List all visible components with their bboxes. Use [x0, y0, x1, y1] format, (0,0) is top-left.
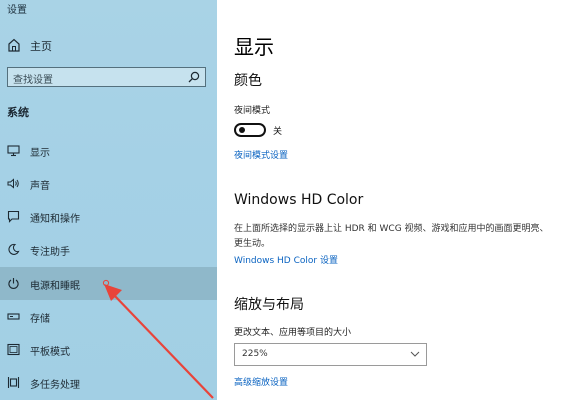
sidebar-item-notifications[interactable]: 通知和操作: [0, 200, 217, 233]
sidebar-item-label: 多任务处理: [30, 380, 80, 391]
monitor-icon: [7, 145, 20, 157]
tablet-icon: [7, 343, 20, 356]
sidebar-item-storage[interactable]: 存储: [0, 300, 217, 333]
moon-icon: [8, 243, 20, 255]
notification-icon: [7, 210, 20, 223]
hdr-settings-link[interactable]: Windows HD Color 设置: [234, 253, 338, 266]
sidebar-item-multitasking[interactable]: 多任务处理: [0, 366, 217, 399]
storage-icon: [7, 313, 20, 320]
main-content: 显示 颜色 夜间模式 关 夜间模式设置 Windows HD Color 在上面…: [217, 0, 588, 400]
sidebar-item-label: 声音: [30, 181, 50, 192]
home-icon: [8, 38, 20, 52]
toggle-state-label: 关: [273, 127, 283, 137]
advanced-scaling-link[interactable]: 高级缩放设置: [234, 375, 288, 388]
sidebar: 设置 主页 系统 显示 声音: [0, 0, 217, 400]
section-heading: 系统: [7, 106, 29, 119]
speaker-icon: [7, 178, 19, 189]
scale-value: 225%: [242, 349, 268, 359]
sidebar-item-label: 电源和睡眠: [30, 281, 80, 292]
sidebar-item-label: 存储: [30, 314, 50, 325]
sidebar-item-label: 通知和操作: [30, 214, 80, 225]
sidebar-item-label: 平板模式: [30, 347, 70, 358]
page-title: 显示: [234, 35, 274, 59]
multitask-icon: [7, 377, 20, 388]
scale-heading: 缩放与布局: [234, 297, 304, 313]
sidebar-item-sound[interactable]: 声音: [0, 167, 217, 200]
scale-label: 更改文本、应用等项目的大小: [234, 328, 352, 338]
search-input[interactable]: [8, 71, 168, 90]
nav-home[interactable]: 主页: [0, 34, 217, 56]
sidebar-item-label: 显示: [30, 148, 50, 159]
night-light-settings-link[interactable]: 夜间模式设置: [234, 148, 288, 161]
toggle-knob: [239, 127, 245, 133]
sidebar-item-display[interactable]: 显示: [0, 134, 217, 167]
chevron-down-icon: [410, 351, 420, 357]
nav-home-label: 主页: [30, 40, 52, 53]
search-box[interactable]: [7, 67, 206, 90]
sidebar-item-power-sleep[interactable]: 电源和睡眠: [0, 267, 217, 300]
sidebar-item-label: 专注助手: [30, 247, 70, 258]
night-light-label: 夜间模式: [234, 106, 271, 116]
hdr-description: 在上面所选择的显示器上让 HDR 和 WCG 视频、游戏和应用中的画面更明亮、更…: [234, 224, 549, 249]
scale-dropdown[interactable]: 225%: [234, 343, 427, 366]
night-light-toggle[interactable]: [234, 123, 266, 137]
hdr-heading: Windows HD Color: [234, 192, 364, 208]
power-icon: [8, 278, 19, 290]
sidebar-item-tablet-mode[interactable]: 平板模式: [0, 333, 217, 366]
sidebar-item-focus-assist[interactable]: 专注助手: [0, 233, 217, 266]
app-title: 设置: [7, 5, 27, 16]
color-heading: 颜色: [234, 73, 262, 89]
search-icon: [188, 71, 200, 83]
